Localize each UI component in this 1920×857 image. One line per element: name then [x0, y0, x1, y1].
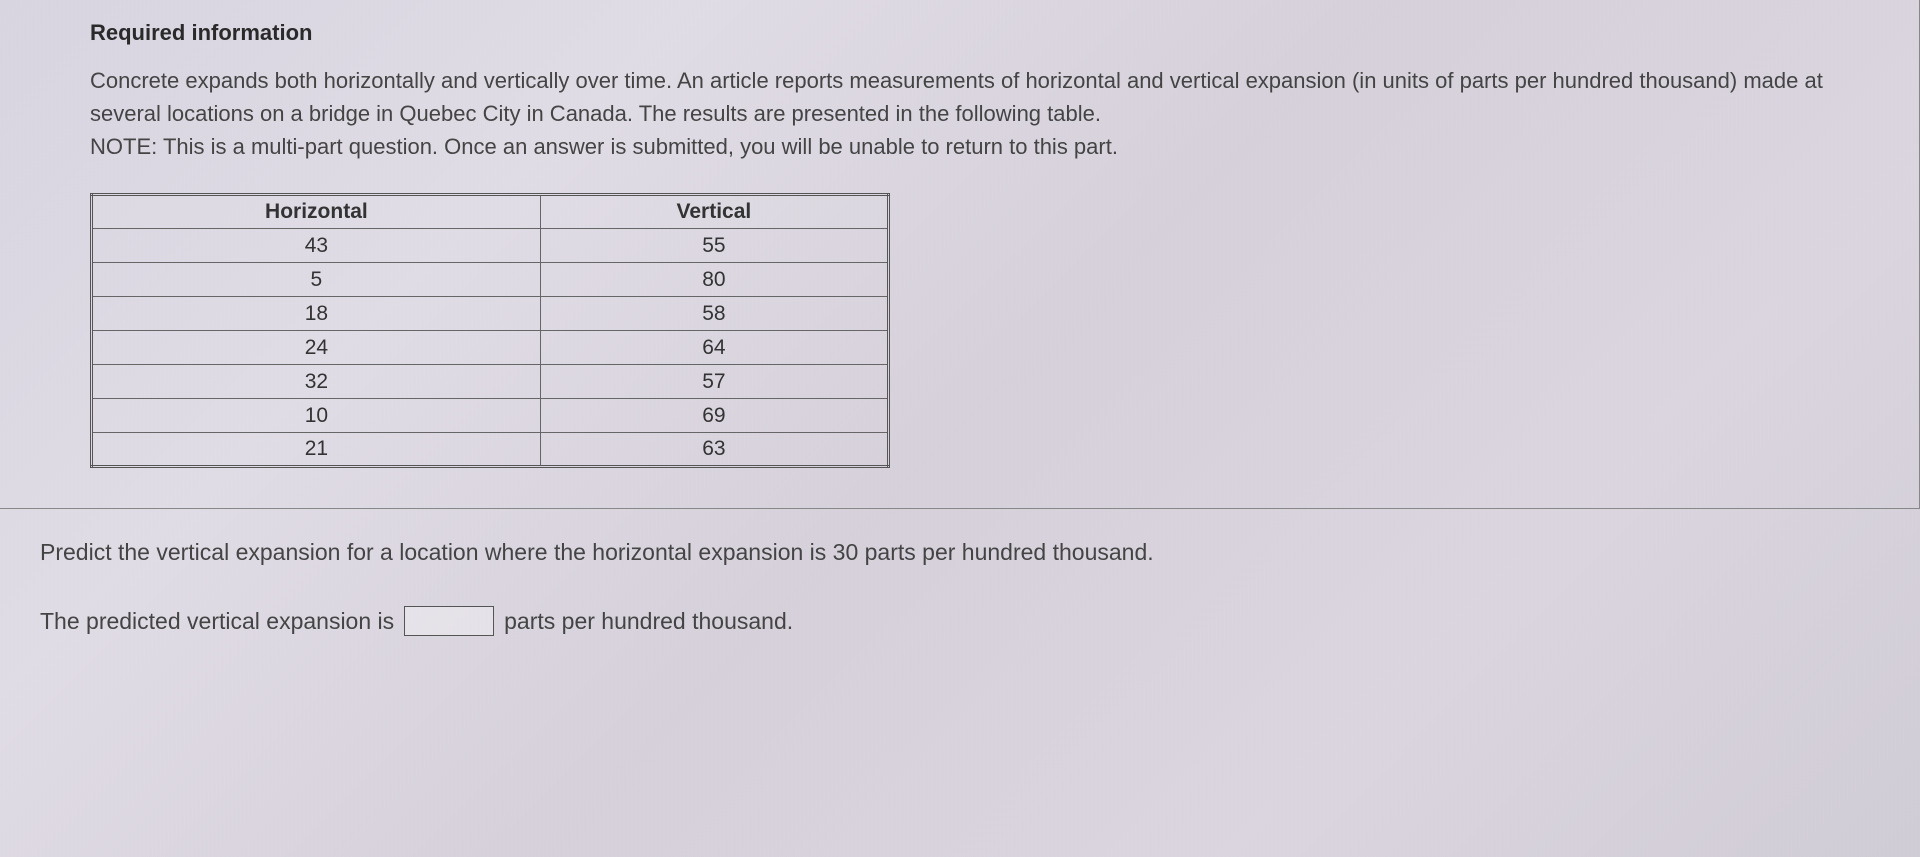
answer-prefix: The predicted vertical expansion is	[40, 608, 394, 635]
header-vertical: Vertical	[540, 195, 888, 229]
note-text: NOTE: This is a multi-part question. Onc…	[90, 134, 1118, 159]
cell-vertical: 69	[540, 399, 888, 433]
table-row: 43 55	[92, 229, 889, 263]
cell-vertical: 58	[540, 297, 888, 331]
cell-horizontal: 43	[92, 229, 541, 263]
cell-horizontal: 5	[92, 263, 541, 297]
header-horizontal: Horizontal	[92, 195, 541, 229]
table-row: 32 57	[92, 365, 889, 399]
cell-vertical: 55	[540, 229, 888, 263]
table-row: 10 69	[92, 399, 889, 433]
cell-vertical: 63	[540, 433, 888, 467]
cell-vertical: 57	[540, 365, 888, 399]
cell-horizontal: 32	[92, 365, 541, 399]
table-row: 24 64	[92, 331, 889, 365]
section-title: Required information	[90, 20, 1829, 46]
cell-vertical: 64	[540, 331, 888, 365]
cell-horizontal: 21	[92, 433, 541, 467]
answer-suffix: parts per hundred thousand.	[504, 608, 793, 635]
table-header-row: Horizontal Vertical	[92, 195, 889, 229]
required-information-box: Required information Concrete expands bo…	[0, 0, 1920, 509]
table-row: 18 58	[92, 297, 889, 331]
answer-input[interactable]	[404, 606, 494, 636]
table-row: 21 63	[92, 433, 889, 467]
problem-description: Concrete expands both horizontally and v…	[90, 64, 1829, 163]
answer-line: The predicted vertical expansion is part…	[40, 606, 1880, 636]
table-row: 5 80	[92, 263, 889, 297]
cell-horizontal: 24	[92, 331, 541, 365]
cell-horizontal: 10	[92, 399, 541, 433]
question-section: Predict the vertical expansion for a loc…	[0, 539, 1920, 636]
cell-vertical: 80	[540, 263, 888, 297]
cell-horizontal: 18	[92, 297, 541, 331]
description-text: Concrete expands both horizontally and v…	[90, 68, 1823, 126]
expansion-data-table: Horizontal Vertical 43 55 5 80 18 58 24 …	[90, 193, 890, 468]
question-prompt: Predict the vertical expansion for a loc…	[40, 539, 1880, 566]
